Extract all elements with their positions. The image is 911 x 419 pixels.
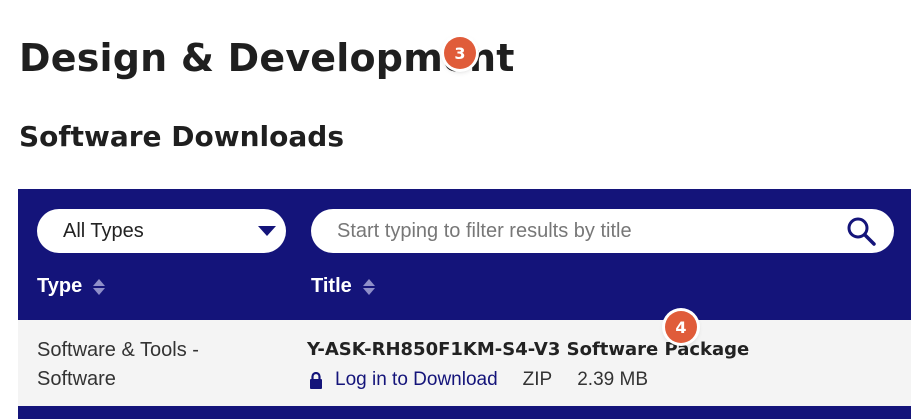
row-type-line: Software & Tools - <box>37 339 199 361</box>
sort-icon <box>93 278 106 295</box>
column-header-title[interactable]: Title <box>311 275 376 298</box>
column-header-type[interactable]: Type <box>37 275 106 298</box>
file-format: ZIP <box>522 369 553 390</box>
sort-icon <box>362 278 375 295</box>
type-select-value: All Types <box>63 219 144 242</box>
search-icon[interactable] <box>845 215 877 247</box>
caret-down-icon <box>258 226 276 236</box>
filter-input[interactable] <box>311 209 894 253</box>
table-row: Software & Tools - Software Y-ASK-RH850F… <box>18 320 911 406</box>
column-header-title-label: Title <box>311 275 352 297</box>
row-type: Software & Tools - Software <box>37 336 237 394</box>
row-meta: Log in to Download ZIP 2.39 MB <box>309 369 648 391</box>
section-title: Software Downloads <box>19 120 344 153</box>
column-header-type-label: Type <box>37 275 83 297</box>
lock-icon <box>310 371 322 389</box>
login-to-download-link[interactable]: Log in to Download <box>335 369 498 391</box>
page-title: Design & Development <box>19 36 515 80</box>
row-type-line: Software <box>37 368 116 390</box>
next-row-band <box>18 406 911 419</box>
type-select[interactable]: All Types <box>37 209 286 253</box>
step-badge: 3 <box>444 37 476 69</box>
step-badge: 4 <box>665 311 697 343</box>
file-size: 2.39 MB <box>577 369 648 390</box>
